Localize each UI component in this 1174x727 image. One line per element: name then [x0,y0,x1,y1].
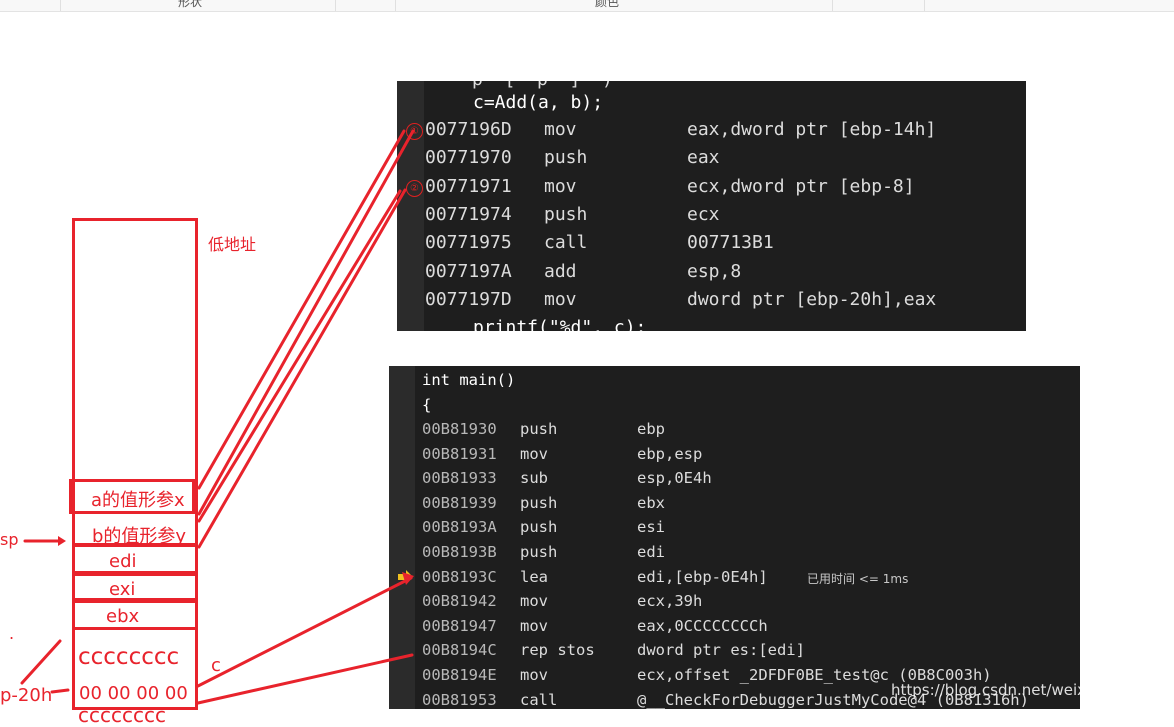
ebp-arrow-line [50,688,70,694]
line-b-to-marker [197,188,407,549]
line-a-to-mov-14h [197,129,406,490]
annotation-lines [20,129,415,705]
line-b-to-mov-8 [197,189,402,523]
diagonal-left-line [20,639,62,685]
line-stack-to-rep-stos [196,653,414,705]
esp-arrow-head-icon [58,536,66,546]
line-stack-to-lea [196,576,413,688]
line-a-to-marker [197,129,415,516]
